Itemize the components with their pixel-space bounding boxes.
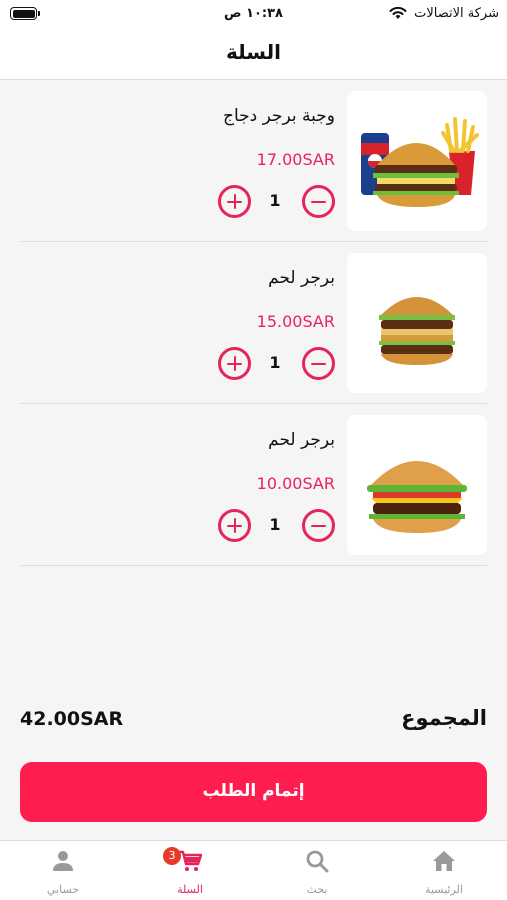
quantity-value: 1 — [269, 191, 281, 210]
decrease-quantity-button[interactable] — [302, 509, 335, 542]
tab-search[interactable]: بحث — [254, 841, 380, 900]
quantity-value: 1 — [269, 515, 281, 534]
bottom-tab-bar: الرئيسية بحث 3 السلة حسابي — [0, 840, 507, 900]
tab-home-label: الرئيسية — [425, 883, 463, 896]
cheeseburger-image — [367, 461, 467, 533]
total-row: المجموع 42.00SAR — [20, 706, 487, 736]
total-label: المجموع — [401, 706, 487, 730]
status-bar: ١٠:٣٨ ص شركة الاتصالات — [0, 0, 507, 28]
quantity-stepper: 1 — [215, 185, 335, 219]
product-price: 17.00SAR — [256, 150, 335, 169]
wifi-icon — [389, 6, 407, 19]
cart-item: برجر لحم 10.00SAR 1 — [20, 404, 487, 566]
user-icon — [53, 851, 73, 871]
cart-item: برجر لحم 15.00SAR 1 — [20, 242, 487, 404]
nav-header: السلة — [0, 28, 507, 80]
tab-cart[interactable]: 3 السلة — [127, 841, 253, 900]
cart-list: وجبة برجر دجاج 17.00SAR 1 برجر لحم 15.00… — [0, 80, 507, 566]
quantity-stepper: 1 — [215, 509, 335, 543]
cart-icon — [179, 850, 202, 871]
quantity-stepper: 1 — [215, 347, 335, 381]
product-price: 15.00SAR — [256, 312, 335, 331]
product-image[interactable] — [347, 415, 487, 555]
increase-quantity-button[interactable] — [218, 185, 251, 218]
product-price: 10.00SAR — [256, 474, 335, 493]
tab-home[interactable]: الرئيسية — [381, 841, 507, 900]
tab-account[interactable]: حسابي — [0, 841, 126, 900]
carrier-name: شركة الاتصالات — [414, 6, 499, 21]
cart-badge: 3 — [163, 847, 181, 865]
checkout-button[interactable]: إتمام الطلب — [20, 762, 487, 822]
home-icon — [433, 851, 455, 871]
burger-meal-image — [361, 117, 479, 207]
tab-account-label: حسابي — [46, 883, 80, 896]
double-burger-image — [379, 297, 455, 365]
product-name: برجر لحم — [268, 268, 335, 288]
search-icon — [306, 850, 329, 873]
tab-cart-label: السلة — [177, 883, 203, 896]
product-name: برجر لحم — [268, 430, 335, 450]
increase-quantity-button[interactable] — [218, 509, 251, 542]
tab-search-label: بحث — [306, 883, 328, 896]
decrease-quantity-button[interactable] — [302, 185, 335, 218]
product-image[interactable] — [347, 91, 487, 231]
total-value: 42.00SAR — [20, 708, 124, 730]
quantity-value: 1 — [269, 353, 281, 372]
product-name: وجبة برجر دجاج — [222, 106, 335, 126]
page-title: السلة — [225, 40, 281, 64]
cart-item: وجبة برجر دجاج 17.00SAR 1 — [20, 80, 487, 242]
decrease-quantity-button[interactable] — [302, 347, 335, 380]
product-image[interactable] — [347, 253, 487, 393]
increase-quantity-button[interactable] — [218, 347, 251, 380]
checkout-button-label: إتمام الطلب — [202, 781, 305, 801]
